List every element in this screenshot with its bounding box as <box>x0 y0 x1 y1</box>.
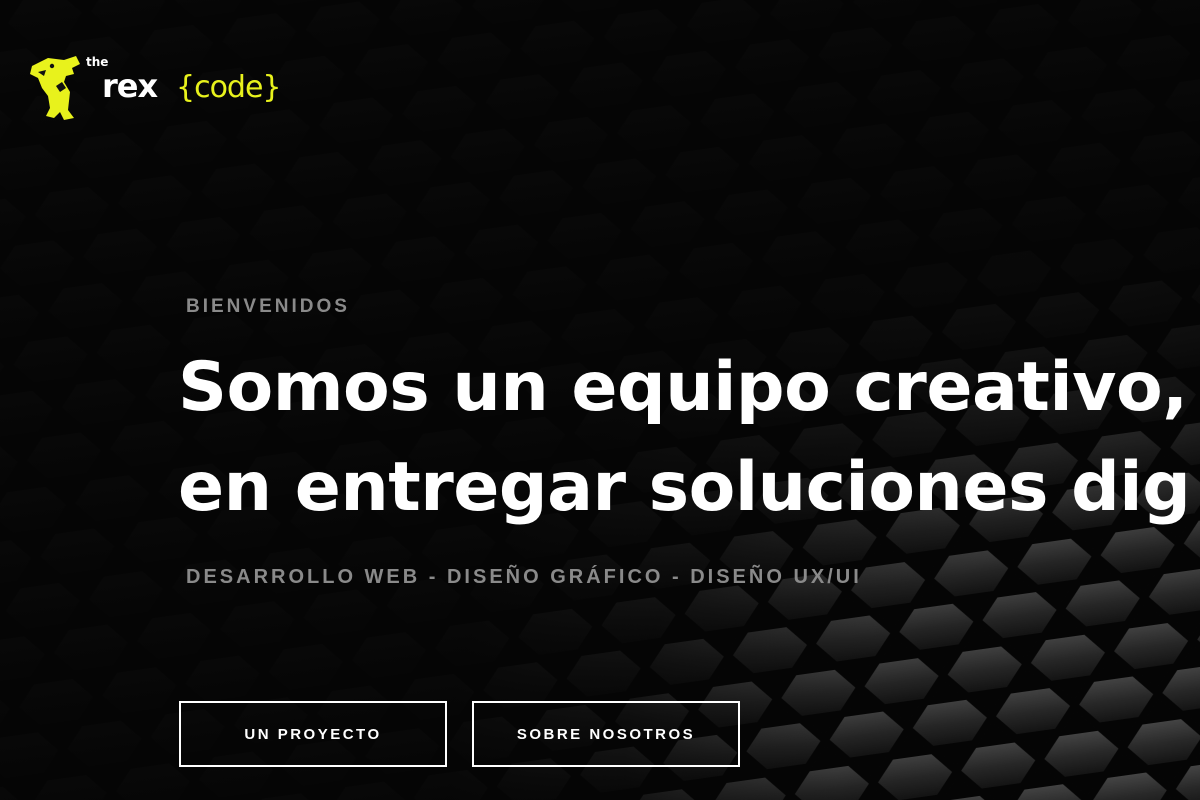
site-logo[interactable]: the rex {code} <box>28 52 288 124</box>
project-button[interactable]: UN PROYECTO <box>179 701 447 767</box>
about-us-button[interactable]: SOBRE NOSOTROS <box>472 701 740 767</box>
project-button-label: UN PROYECTO <box>244 725 382 743</box>
t-rex-icon <box>30 56 80 120</box>
hero-services: DESARROLLO WEB - DISEÑO GRÁFICO - DISEÑO… <box>186 566 862 588</box>
logo-rex-text: rex <box>102 67 158 105</box>
hero-headline: Somos un equipo creativo, en entregar so… <box>178 338 1200 538</box>
hero-eyebrow: BIENVENIDOS <box>186 296 350 317</box>
headline-line-2: en entregar soluciones dig <box>178 448 1191 527</box>
headline-line-1: Somos un equipo creativo, <box>178 348 1188 427</box>
hero-section: the rex {code} BIENVENIDOS Somos un equi… <box>0 0 1200 800</box>
logo-code-text: {code} <box>176 70 282 105</box>
about-us-button-label: SOBRE NOSOTROS <box>516 725 696 743</box>
